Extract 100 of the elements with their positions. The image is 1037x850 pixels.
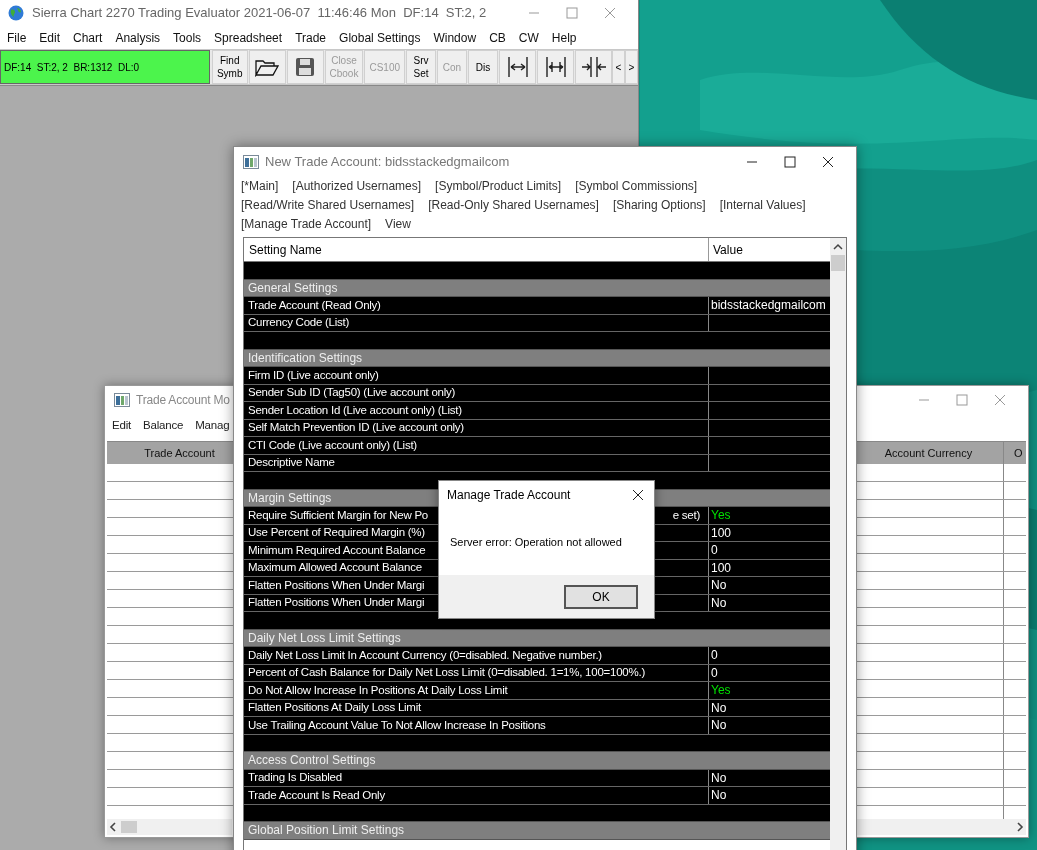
setting-value[interactable]: Yes — [711, 506, 731, 525]
tab-link[interactable]: [Read-Only Shared Usernames] — [428, 196, 599, 215]
dialog-title: Manage Trade Account — [447, 487, 572, 504]
setting-value[interactable]: 100 — [711, 558, 732, 577]
menu-item[interactable]: Manag — [195, 417, 230, 435]
setting-name: e set) — [672, 507, 700, 523]
setting-name: Minimum Required Account Balance — [248, 542, 426, 558]
vertical-scrollbar[interactable] — [830, 238, 846, 850]
horizontal-scrollbar[interactable] — [107, 819, 232, 835]
scroll-right-icon[interactable] — [1014, 821, 1026, 833]
menu-item[interactable]: Edit — [112, 417, 132, 435]
compress-width-icon — [580, 56, 607, 78]
setting-value[interactable]: bidsstackedgmailcom — [711, 296, 826, 315]
status-display: DF:14 ST:2, 2 BR:1312 DL:0 — [0, 50, 210, 84]
setting-value[interactable]: No — [711, 768, 727, 787]
window-title: Sierra Chart 2270 Trading Evaluator 2021-06-07 11:46:46 Mon DF:14 ST:2, 2 — [32, 4, 488, 23]
toolbar-button[interactable]: Find Symb — [211, 50, 248, 84]
window-icon — [243, 155, 259, 169]
scrollbar-thumb[interactable] — [121, 821, 137, 833]
menu-item[interactable]: Window — [433, 28, 477, 47]
setting-value[interactable]: 0 — [711, 663, 718, 682]
menu-item[interactable]: Tools — [173, 28, 202, 47]
toolbar-button[interactable]: Srv Set — [406, 50, 436, 84]
column-header[interactable]: O — [1004, 442, 1026, 464]
setting-name: Trade Account (Read Only) — [248, 297, 381, 313]
setting-name: Maximum Allowed Account Balance — [248, 560, 422, 576]
error-message: Server error: Operation not allowed — [450, 534, 622, 550]
setting-name: Percent of Cash Balance for Daily Net Loss Limit (0=disabled. 1=1%, 100=100%.) — [248, 665, 645, 681]
column-header[interactable]: Value — [709, 238, 830, 261]
setting-value[interactable]: No — [711, 716, 727, 735]
tab-link[interactable]: [Internal Values] — [719, 196, 806, 215]
setting-name: Trading Is Disabled — [248, 770, 342, 786]
tab-link[interactable]: [Symbol/Product Limits] — [435, 177, 562, 196]
scroll-left-icon[interactable] — [107, 821, 119, 833]
tab-link[interactable]: [Authorized Usernames] — [292, 177, 422, 196]
maximize-icon[interactable] — [784, 156, 796, 168]
tab-link[interactable]: [Symbol Commissions] — [575, 177, 698, 196]
setting-name: Currency Code (List) — [248, 315, 350, 331]
scroll-button[interactable]: < — [612, 50, 625, 84]
menu-item[interactable]: Help — [551, 28, 577, 47]
menu-item[interactable]: Edit — [39, 28, 61, 47]
menu-item[interactable]: CB — [489, 28, 506, 47]
menu-item[interactable]: File — [7, 28, 27, 47]
menu-item[interactable]: CW — [518, 28, 539, 47]
menu-item[interactable]: Global Settings — [339, 28, 421, 47]
globe-icon — [8, 5, 24, 21]
setting-name: Trade Account Is Read Only — [248, 787, 385, 803]
setting-name: Sender Sub ID (Tag50) (Live account only) — [248, 385, 456, 401]
tab-link[interactable]: [Manage Trade Account] — [241, 215, 372, 234]
column-header[interactable]: Setting Name — [244, 238, 709, 261]
setting-value[interactable]: 100 — [711, 523, 732, 542]
setting-name: Self Match Prevention ID (Live account only) — [248, 420, 464, 436]
menu-item[interactable]: Chart — [73, 28, 103, 47]
scroll-up-icon[interactable] — [833, 243, 843, 251]
setting-name: Flatten Positions When Under Margi — [248, 595, 425, 611]
window-title: Trade Account Mo — [136, 392, 230, 409]
setting-name: Flatten Positions At Daily Loss Limit — [248, 700, 421, 716]
menu-item[interactable]: Spreadsheet — [214, 28, 283, 47]
column-header[interactable]: Trade Account — [107, 442, 232, 464]
toolbar-button[interactable] — [248, 50, 286, 84]
menu-item[interactable]: Balance — [143, 417, 184, 435]
setting-value[interactable]: Yes — [711, 681, 731, 700]
scroll-button[interactable]: > — [625, 50, 638, 84]
setting-name: Use Trailing Account Value To Not Allow Increase In Positions — [248, 717, 546, 733]
setting-name: Sender Location Id (Live account only) (List) — [248, 402, 462, 418]
scrollbar-thumb[interactable] — [831, 255, 845, 271]
setting-name: Firm ID (Live account only) — [248, 367, 379, 383]
toolbar-button[interactable] — [575, 50, 612, 84]
close-icon[interactable] — [632, 489, 644, 501]
toolbar-button[interactable]: Dis — [468, 50, 498, 84]
setting-name: Use Percent of Required Margin (%) — [248, 525, 425, 541]
setting-value[interactable]: No — [711, 593, 727, 612]
setting-value[interactable]: 0 — [711, 541, 718, 560]
menu-item[interactable]: Trade — [295, 28, 327, 47]
horizontal-scrollbar[interactable] — [856, 819, 1026, 835]
expand-bars-icon — [543, 56, 568, 78]
setting-value[interactable]: No — [711, 786, 727, 805]
window-title: New Trade Account: bidsstackedgmailcom — [265, 153, 511, 172]
menu-item[interactable]: Analysis — [115, 28, 161, 47]
ok-button[interactable]: OK — [564, 584, 638, 609]
setting-name: Require Sufficient Margin for New Po — [248, 507, 428, 523]
window-icon — [114, 393, 130, 407]
toolbar-button[interactable] — [499, 50, 536, 84]
setting-value[interactable]: 0 — [711, 646, 718, 665]
tab-link[interactable]: [Read/Write Shared Usernames] — [241, 196, 415, 215]
expand-width-icon — [505, 56, 530, 78]
close-icon[interactable] — [822, 156, 834, 168]
setting-name: Descriptive Name — [248, 455, 335, 471]
setting-name: CTI Code (Live account only) (List) — [248, 437, 417, 453]
toolbar-button[interactable] — [537, 50, 574, 84]
setting-name: Do Not Allow Increase In Positions At Daily Loss Limit — [248, 682, 508, 698]
tab-link[interactable]: [Sharing Options] — [612, 196, 706, 215]
setting-value[interactable]: No — [711, 576, 727, 595]
setting-value[interactable]: No — [711, 698, 727, 717]
tab-link[interactable]: [*Main] — [241, 177, 279, 196]
setting-name: Daily Net Loss Limit In Account Currency (0=disabled. Negative number.) — [248, 647, 602, 663]
tab-link[interactable]: View — [385, 215, 411, 234]
section-header: Global Position Limit Settings — [244, 822, 830, 840]
toolbar-button[interactable] — [286, 50, 324, 84]
section-header: Access Control Settings — [244, 752, 830, 770]
